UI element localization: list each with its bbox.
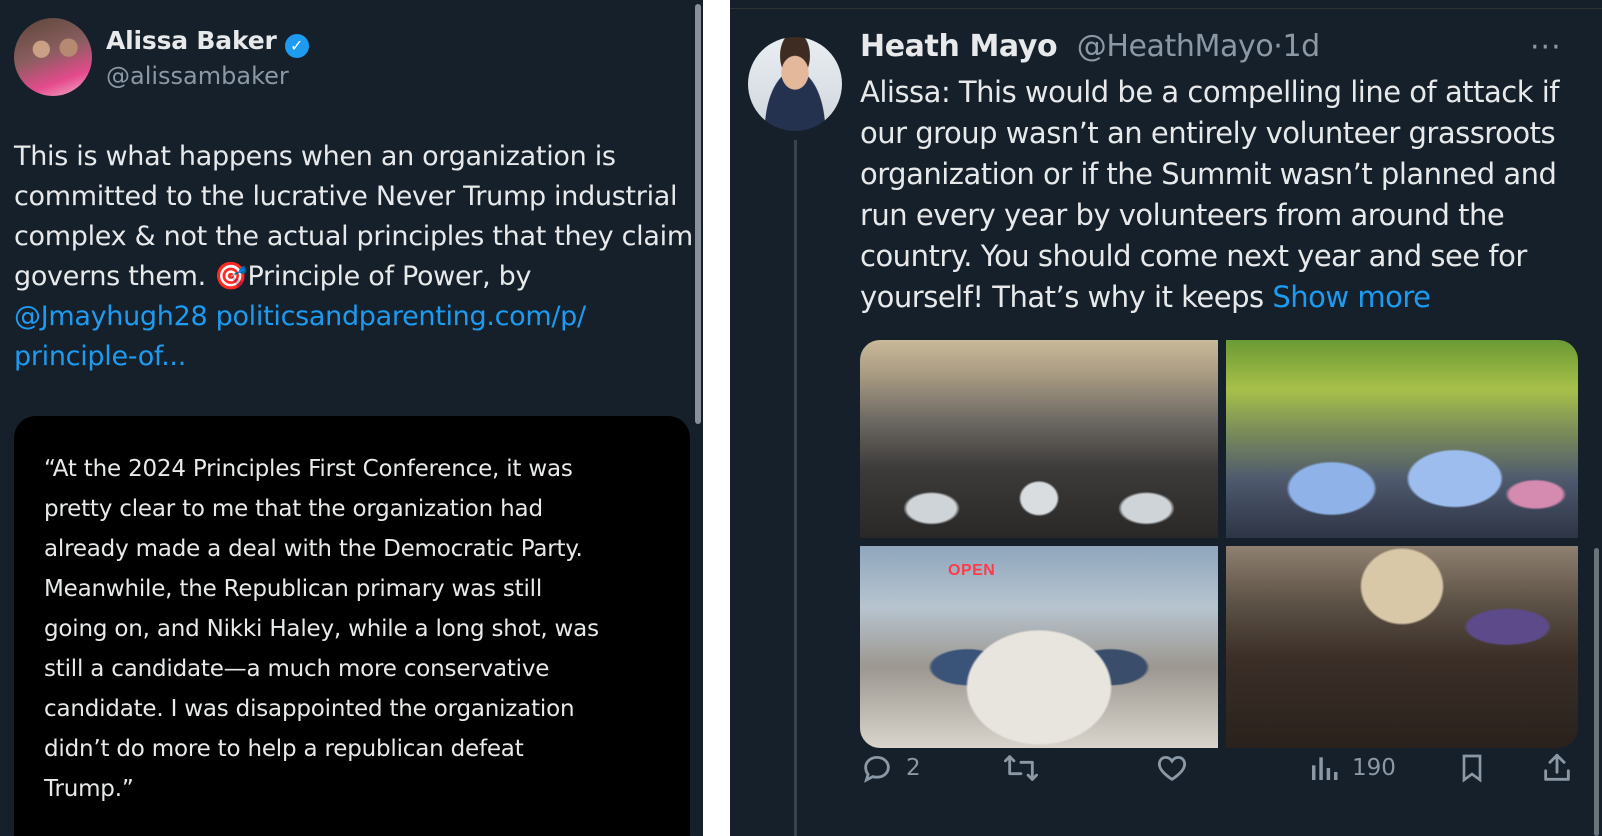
bookmark-button[interactable] [1456, 746, 1488, 790]
author-name[interactable]: Heath Mayo [860, 29, 1058, 64]
author-meta: @HeathMayo·1d [1077, 29, 1320, 64]
timestamp[interactable]: 1d [1282, 29, 1320, 64]
bookmark-icon [1462, 754, 1482, 783]
mention-link[interactable]: @Jmayhugh28 [14, 301, 208, 332]
scrollbar[interactable] [1594, 548, 1599, 836]
avatar[interactable] [748, 37, 842, 131]
reply-count: 2 [906, 755, 921, 781]
url-link-part2[interactable]: principle-of... [14, 341, 186, 372]
views-count: 190 [1352, 755, 1396, 781]
tweet-text: This is what happens when an organizatio… [14, 137, 703, 377]
scrollbar[interactable] [695, 4, 701, 424]
tweet-header: Heath Mayo @HeathMayo·1d [860, 29, 1320, 64]
open-sign: OPEN [948, 562, 996, 579]
author-name[interactable]: Alissa Baker ✓ [106, 26, 309, 58]
author-handle[interactable]: @HeathMayo [1077, 29, 1274, 64]
right-tweet-panel: Heath Mayo @HeathMayo·1d ··· Alissa: Thi… [730, 0, 1602, 836]
photo-banquet-hall[interactable] [860, 340, 1218, 538]
retweet-icon [1004, 755, 1039, 781]
author-name-label[interactable]: Alissa Baker [106, 26, 277, 55]
share-button[interactable] [1540, 746, 1574, 790]
photo-group-storefront[interactable]: OPEN [860, 546, 1218, 748]
retweet-button[interactable] [1002, 746, 1040, 790]
author-handle[interactable]: @alissambaker [106, 62, 289, 90]
views-button[interactable]: 190 [1308, 746, 1396, 790]
show-more-link[interactable]: Show more [1272, 280, 1431, 314]
heart-icon [1157, 755, 1187, 781]
photo-conference-audience[interactable] [1226, 546, 1578, 748]
left-tweet-panel: Alissa Baker ✓ @alissambaker This is what… [0, 0, 703, 836]
verified-badge-icon: ✓ [284, 34, 309, 58]
more-options-icon[interactable]: ··· [1530, 30, 1562, 65]
like-button[interactable] [1155, 746, 1189, 790]
tweet-body-text-after-emoji: Principle of Power, by [247, 261, 532, 292]
reply-button[interactable]: 2 [860, 746, 921, 790]
tweet-body-text: Alissa: This would be a compelling line … [860, 75, 1560, 314]
divider [730, 8, 1602, 9]
photo-outdoor-crowd[interactable] [1226, 340, 1578, 538]
views-icon [1312, 757, 1338, 780]
media-grid: OPEN [860, 340, 1578, 748]
action-bar: 2 190 [860, 746, 1590, 790]
avatar[interactable] [14, 18, 92, 96]
quote-image-text: “At the 2024 Principles First Conference… [44, 456, 599, 802]
url-link-part1[interactable]: politicsandparenting.com/p/ [216, 301, 587, 332]
thread-line [794, 140, 797, 836]
reply-icon [864, 755, 890, 783]
tweet-text: Alissa: This would be a compelling line … [860, 72, 1602, 318]
share-icon [1544, 753, 1570, 781]
